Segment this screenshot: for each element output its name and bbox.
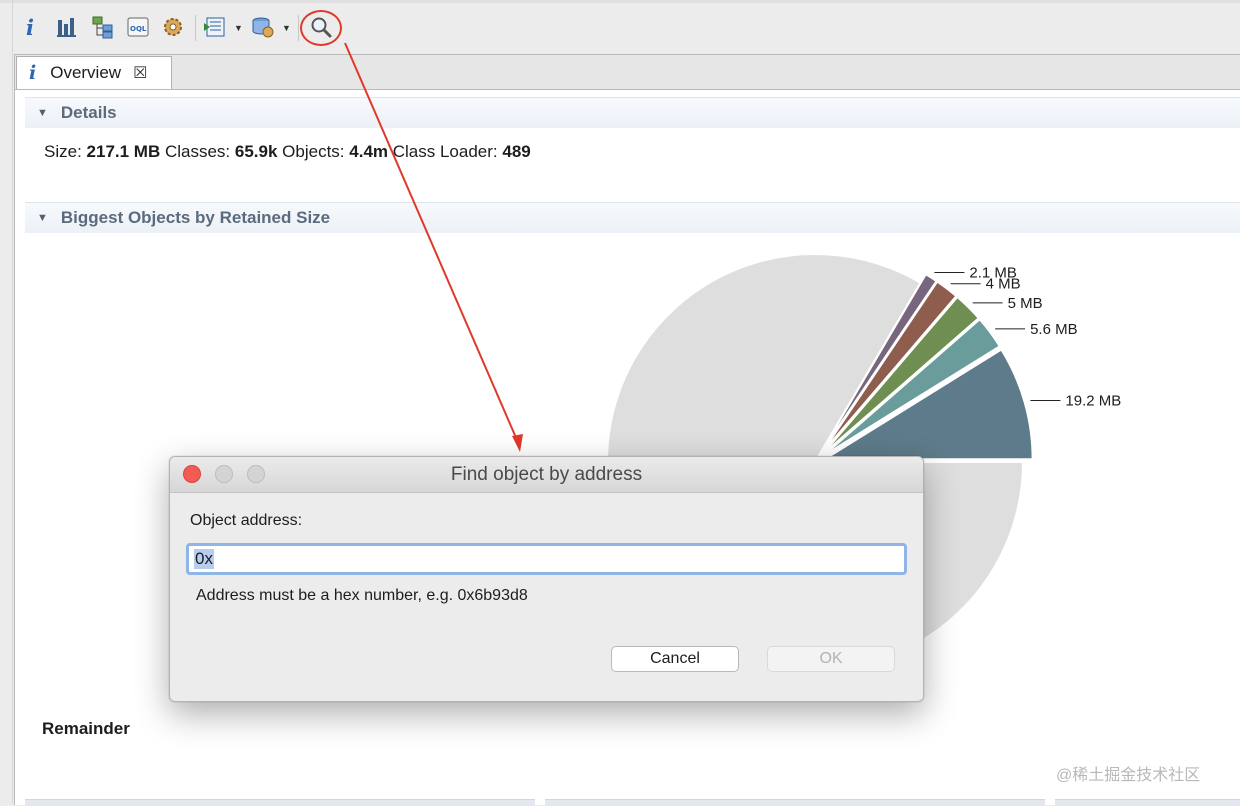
selected-input-text: 0x [194, 549, 214, 569]
query-browser-icon[interactable] [202, 13, 228, 41]
object-address-label: Object address: [190, 512, 303, 529]
histogram-icon[interactable] [54, 13, 80, 41]
info-icon[interactable]: i [19, 13, 45, 41]
bottom-section-header [25, 799, 535, 806]
pie-slice-label: 5.6 MB [1030, 321, 1078, 338]
find-object-dialog: Find object by address Object address: 0… [169, 456, 924, 702]
address-hint: Address must be a hex number, e.g. 0x6b9… [196, 587, 528, 604]
dialog-title: Find object by address [450, 464, 643, 485]
watermark: @稀土掘金技术社区 [1056, 767, 1201, 784]
oql-icon[interactable]: OQL [125, 13, 151, 41]
window-edge [12, 0, 13, 804]
heap-dump-icon[interactable] [250, 13, 276, 41]
remainder-label: Remainder [42, 719, 130, 738]
pie-slice-label: 2.1 MB [969, 264, 1017, 281]
cancel-button[interactable]: Cancel [611, 646, 739, 672]
highlight-circle [300, 10, 342, 46]
ok-button[interactable]: OK [767, 646, 895, 672]
toolbar-separator [298, 15, 299, 41]
bottom-section-header [545, 799, 1045, 806]
thread-overview-icon[interactable] [160, 13, 186, 41]
svg-text:OQL: OQL [130, 25, 147, 33]
toolbar-separator [195, 15, 196, 41]
main-toolbar: i OQL ▼ ▼ [0, 0, 1240, 55]
pie-slice-label: 5 MB [1008, 295, 1043, 312]
object-address-input[interactable] [186, 543, 907, 575]
svg-text:i: i [26, 15, 34, 39]
chevron-down-icon[interactable]: ▼ [282, 23, 291, 33]
bottom-section-header [1055, 799, 1240, 806]
dominator-tree-icon[interactable] [90, 13, 116, 41]
chevron-down-icon[interactable]: ▼ [234, 23, 243, 33]
dialog-titlebar: Find object by address [170, 457, 923, 493]
pie-slice-label: 19.2 MB [1065, 393, 1121, 410]
